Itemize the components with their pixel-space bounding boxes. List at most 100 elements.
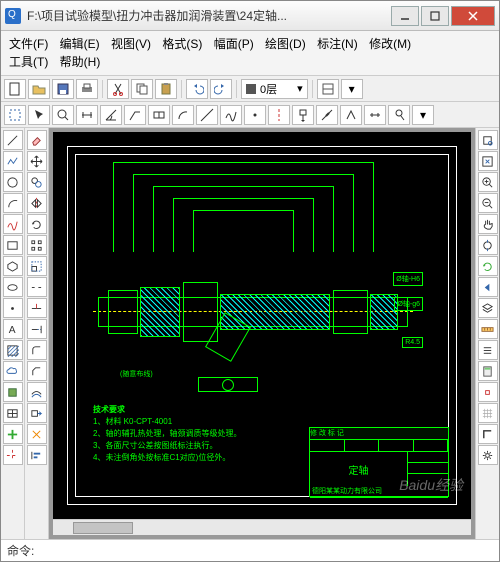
horizontal-scrollbar[interactable]: [53, 519, 471, 535]
paste-button[interactable]: [155, 79, 177, 99]
surface-button[interactable]: [340, 105, 362, 125]
print-button[interactable]: [76, 79, 98, 99]
rotate-tool[interactable]: [27, 214, 47, 234]
array-tool[interactable]: [27, 235, 47, 255]
menu-edit[interactable]: 编辑(E): [60, 35, 100, 53]
zoom-extents-tool[interactable]: [478, 151, 498, 171]
weld-button[interactable]: [316, 105, 338, 125]
canvas-container: Ø轴-H6 Ø轴-g6 R4.5 (随意布线) 技术要求 1、材料 K0-CPT…: [49, 128, 475, 539]
centerline-button[interactable]: [268, 105, 290, 125]
measure-tool[interactable]: [478, 319, 498, 339]
grid-tool[interactable]: [478, 403, 498, 423]
move-tool[interactable]: [27, 151, 47, 171]
close-button[interactable]: [451, 6, 495, 26]
calc-tool[interactable]: [478, 361, 498, 381]
arc-tool[interactable]: [3, 193, 23, 213]
zoom-realtime-tool[interactable]: [478, 235, 498, 255]
table-tool[interactable]: [3, 403, 23, 423]
zoom-in-tool[interactable]: [478, 172, 498, 192]
select-all-button[interactable]: [4, 105, 26, 125]
menu-annotate[interactable]: 标注(N): [317, 35, 358, 53]
leader-button[interactable]: [124, 105, 146, 125]
snap-tool[interactable]: [478, 382, 498, 402]
more-button[interactable]: ▾: [341, 79, 363, 99]
zoom-button[interactable]: [52, 105, 74, 125]
break-tool[interactable]: [27, 277, 47, 297]
tolerance-button[interactable]: [148, 105, 170, 125]
menu-page[interactable]: 幅面(P): [214, 35, 254, 53]
drawing-canvas[interactable]: Ø轴-H6 Ø轴-g6 R4.5 (随意布线) 技术要求 1、材料 K0-CPT…: [53, 132, 471, 519]
point-button[interactable]: [244, 105, 266, 125]
scrollbar-thumb[interactable]: [73, 522, 133, 534]
redo-button[interactable]: [210, 79, 232, 99]
minimize-button[interactable]: [391, 6, 419, 26]
command-input[interactable]: [38, 543, 493, 558]
menu-format[interactable]: 格式(S): [162, 35, 202, 53]
dim-arc-button[interactable]: [172, 105, 194, 125]
menu-modify[interactable]: 修改(M): [369, 35, 411, 53]
properties-button[interactable]: [317, 79, 339, 99]
explode-tool[interactable]: [27, 424, 47, 444]
view-prev-tool[interactable]: [478, 277, 498, 297]
maximize-button[interactable]: [421, 6, 449, 26]
open-button[interactable]: [28, 79, 50, 99]
menu-draw[interactable]: 绘图(D): [265, 35, 306, 53]
redraw-tool[interactable]: [478, 256, 498, 276]
undo-button[interactable]: [186, 79, 208, 99]
offset-tool[interactable]: [27, 382, 47, 402]
ellipse-tool[interactable]: [3, 277, 23, 297]
rect-tool[interactable]: [3, 235, 23, 255]
extend-tool[interactable]: [27, 319, 47, 339]
datum-button[interactable]: [292, 105, 314, 125]
select-button[interactable]: [28, 105, 50, 125]
trim-tool[interactable]: [27, 298, 47, 318]
ref-label: (随意布线): [118, 368, 155, 380]
xline-button[interactable]: [196, 105, 218, 125]
circle-tool[interactable]: [3, 172, 23, 192]
copy-button[interactable]: [131, 79, 153, 99]
dim-angle-button[interactable]: [100, 105, 122, 125]
layer-tool[interactable]: [478, 298, 498, 318]
spline-tool[interactable]: [3, 214, 23, 234]
fillet-tool[interactable]: [27, 340, 47, 360]
copy-tool[interactable]: [27, 172, 47, 192]
stretch-tool[interactable]: [27, 403, 47, 423]
new-button[interactable]: [4, 79, 26, 99]
balloon-button[interactable]: [388, 105, 410, 125]
cut-button[interactable]: [107, 79, 129, 99]
menu-tools[interactable]: 工具(T): [9, 53, 48, 71]
hatch-tool[interactable]: [3, 340, 23, 360]
menu-view[interactable]: 视图(V): [111, 35, 151, 53]
polyline-tool[interactable]: [3, 151, 23, 171]
text-tool[interactable]: A: [3, 319, 23, 339]
scale-tool[interactable]: [27, 256, 47, 276]
spline-button[interactable]: [220, 105, 242, 125]
ortho-tool[interactable]: [478, 424, 498, 444]
layer-dropdown[interactable]: 0层▾: [241, 79, 308, 99]
section-button[interactable]: [364, 105, 386, 125]
dim-linear-button[interactable]: [76, 105, 98, 125]
command-line: 命令:: [1, 539, 499, 561]
menu-help[interactable]: 帮助(H): [60, 53, 101, 71]
chamfer-tool[interactable]: [27, 361, 47, 381]
axis-tool[interactable]: [3, 445, 23, 465]
settings-tool[interactable]: [478, 445, 498, 465]
pan-tool[interactable]: [478, 214, 498, 234]
align-tool[interactable]: [27, 445, 47, 465]
mirror-tool[interactable]: [27, 193, 47, 213]
more-button[interactable]: ▾: [412, 105, 434, 125]
zoom-out-tool[interactable]: [478, 193, 498, 213]
erase-tool[interactable]: [27, 130, 47, 150]
insert-tool[interactable]: [3, 424, 23, 444]
zoom-window-tool[interactable]: [478, 130, 498, 150]
point-tool[interactable]: [3, 298, 23, 318]
line-tool[interactable]: [3, 130, 23, 150]
title-bar: F:\项目试验模型\扭力冲击器加润滑装置\24定轴...: [1, 1, 499, 31]
block-tool[interactable]: [3, 382, 23, 402]
menu-file[interactable]: 文件(F): [9, 35, 48, 53]
cloud-tool[interactable]: [3, 361, 23, 381]
save-button[interactable]: [52, 79, 74, 99]
part-name: 定轴: [310, 452, 408, 486]
polygon-tool[interactable]: [3, 256, 23, 276]
list-tool[interactable]: [478, 340, 498, 360]
